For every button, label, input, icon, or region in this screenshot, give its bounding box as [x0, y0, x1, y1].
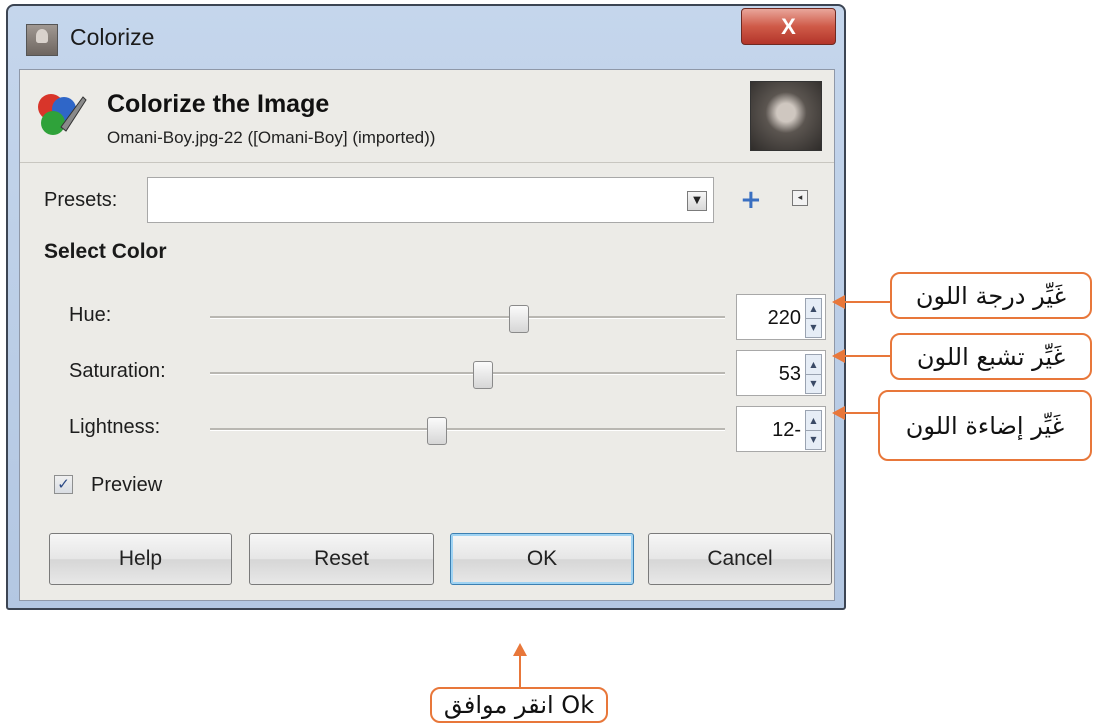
- close-button[interactable]: X: [741, 8, 836, 45]
- lightness-value: 12-: [772, 419, 801, 441]
- hue-track: [210, 316, 725, 319]
- hue-arrow-line: [843, 301, 891, 303]
- add-preset-icon[interactable]: +: [740, 187, 762, 213]
- preview-label[interactable]: Preview: [91, 474, 162, 497]
- lightness-arrow-head: [832, 406, 845, 420]
- dialog-heading: Colorize the Image: [107, 90, 330, 118]
- saturation-spin-arrows[interactable]: ▲ ▼: [805, 354, 822, 394]
- lightness-callout: غَيِّر إضاءة اللون: [878, 390, 1092, 461]
- spin-down-icon[interactable]: ▼: [806, 318, 821, 337]
- lightness-spinbutton[interactable]: 12- ▲ ▼: [736, 406, 826, 452]
- help-button[interactable]: Help: [49, 533, 232, 585]
- reset-button[interactable]: Reset: [249, 533, 434, 585]
- app-icon: [26, 24, 58, 56]
- checkmark-icon: ✓: [57, 475, 70, 493]
- hue-spin-arrows[interactable]: ▲ ▼: [805, 298, 822, 338]
- hue-callout: غَيِّر درجة اللون: [890, 272, 1092, 319]
- saturation-callout: غَيِّر تشبع اللون: [890, 333, 1092, 380]
- spin-down-icon[interactable]: ▼: [806, 430, 821, 449]
- presets-combobox[interactable]: ▼: [147, 177, 714, 223]
- ok-arrow-line: [519, 655, 521, 687]
- image-name: Omani-Boy.jpg-22 ([Omani-Boy] (imported)…: [107, 128, 436, 147]
- ok-button[interactable]: OK: [450, 533, 634, 585]
- hue-label: Hue:: [69, 304, 112, 326]
- image-thumbnail: [750, 81, 822, 151]
- spin-up-icon[interactable]: ▲: [806, 299, 821, 319]
- dialog-content: Colorize the Image Omani-Boy.jpg-22 ([Om…: [19, 69, 835, 601]
- dialog-header: Colorize the Image Omani-Boy.jpg-22 ([Om…: [20, 70, 834, 163]
- saturation-spinbutton[interactable]: 53 ▲ ▼: [736, 350, 826, 396]
- lightness-spin-arrows[interactable]: ▲ ▼: [805, 410, 822, 450]
- section-select-color: Select Color: [44, 240, 167, 263]
- window-title: Colorize: [70, 24, 155, 50]
- hue-spinbutton[interactable]: 220 ▲ ▼: [736, 294, 826, 340]
- preview-checkbox[interactable]: ✓: [54, 475, 73, 494]
- saturation-arrow-line: [843, 355, 891, 357]
- preset-menu-icon[interactable]: ◂: [792, 190, 808, 206]
- saturation-slider-handle[interactable]: [472, 361, 493, 389]
- saturation-track: [210, 372, 725, 375]
- presets-label: Presets:: [44, 189, 118, 211]
- hue-slider[interactable]: [210, 305, 725, 333]
- lightness-arrow-line: [843, 412, 879, 414]
- saturation-arrow-head: [832, 349, 845, 363]
- colorize-icon: [38, 94, 87, 135]
- saturation-value: 53: [778, 363, 801, 385]
- hue-arrow-head: [832, 295, 845, 309]
- ok-callout: انقر موافق Ok: [430, 687, 608, 723]
- spin-up-icon[interactable]: ▲: [806, 355, 821, 375]
- title-bar[interactable]: Colorize X: [8, 6, 844, 68]
- lightness-slider[interactable]: [210, 417, 725, 445]
- spin-down-icon[interactable]: ▼: [806, 374, 821, 393]
- saturation-label: Saturation:: [69, 360, 166, 382]
- lightness-track: [210, 428, 725, 431]
- lightness-label: Lightness:: [69, 416, 161, 438]
- colorize-dialog-window: Colorize X Colorize the Image Omani-Boy.…: [6, 4, 846, 610]
- hue-slider-handle[interactable]: [509, 305, 529, 333]
- spin-up-icon[interactable]: ▲: [806, 411, 821, 431]
- saturation-slider[interactable]: [210, 361, 725, 389]
- cancel-button[interactable]: Cancel: [648, 533, 832, 585]
- hue-value: 220: [767, 307, 801, 329]
- lightness-slider-handle[interactable]: [426, 417, 447, 445]
- chevron-down-icon[interactable]: ▼: [687, 191, 707, 211]
